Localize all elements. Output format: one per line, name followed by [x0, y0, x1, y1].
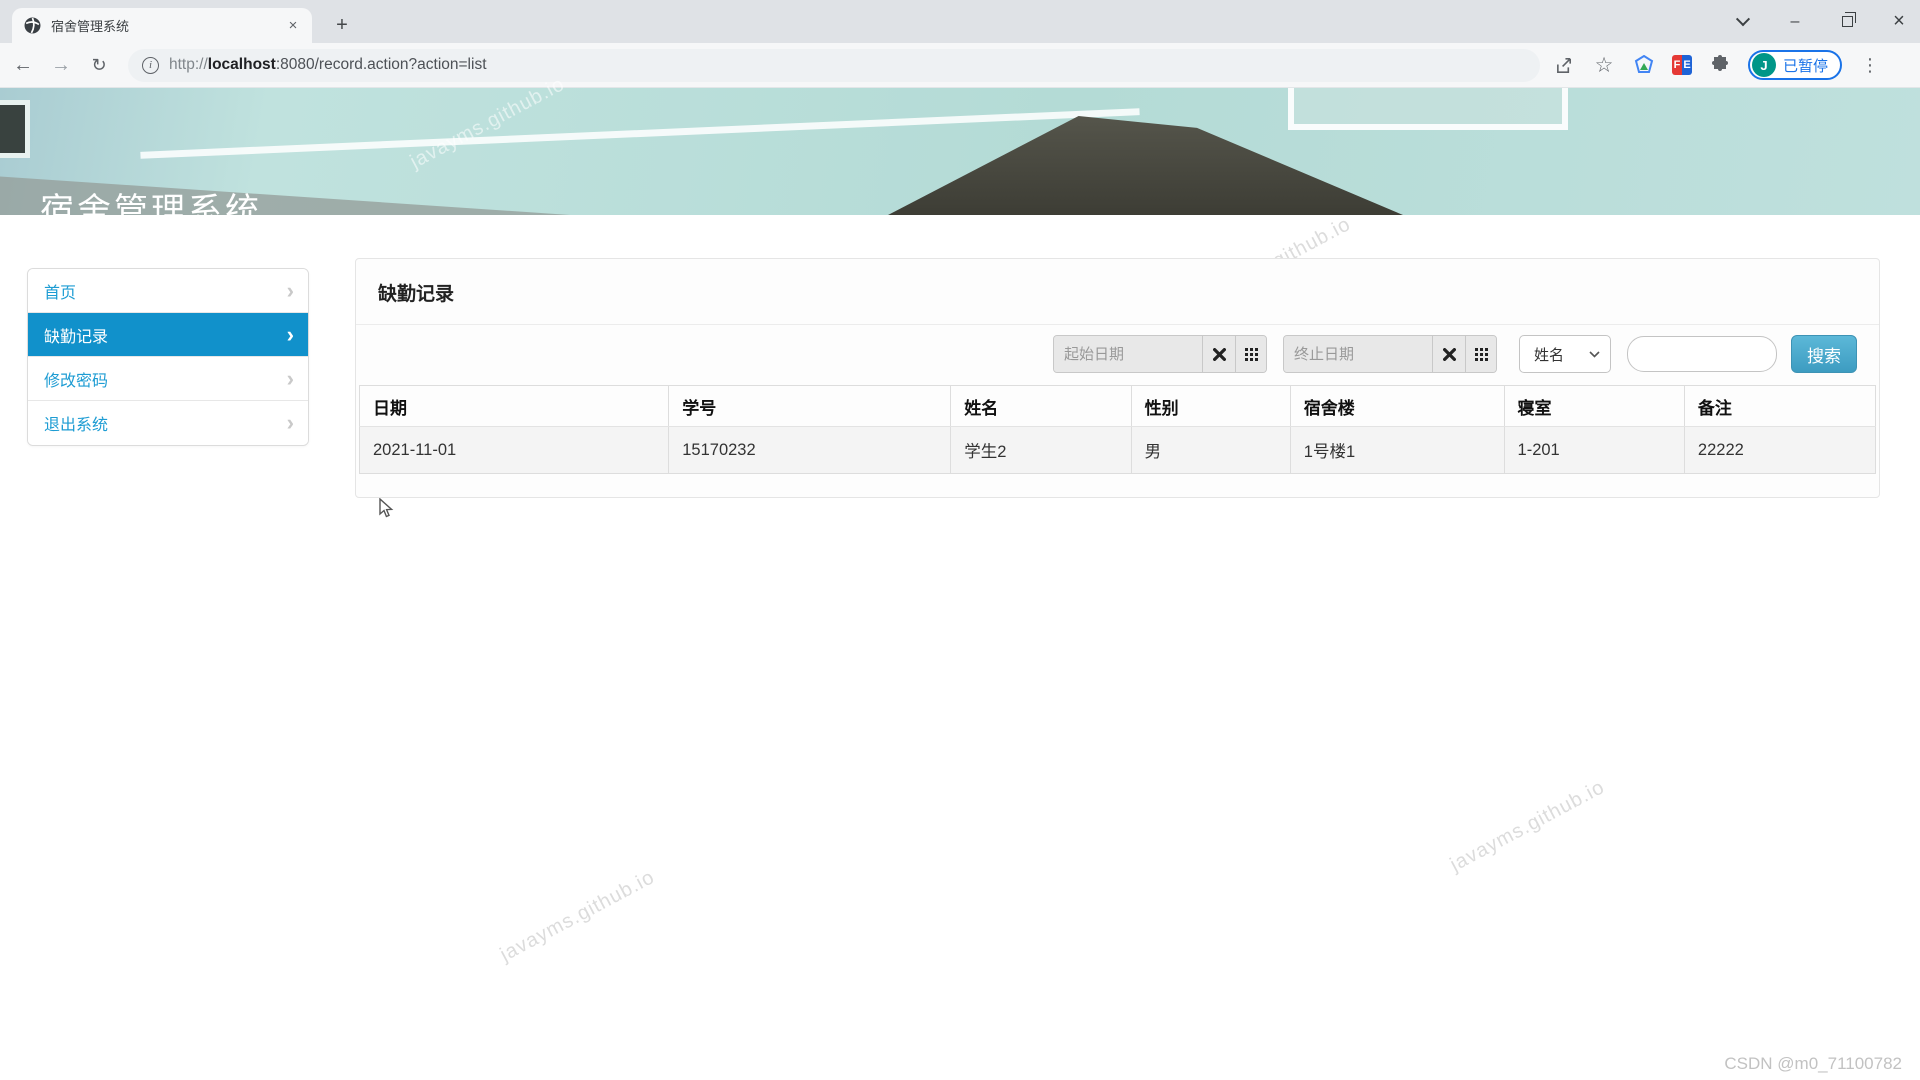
browser-toolbar: ← → ↻ i http://localhost:8080/record.act… — [0, 43, 1920, 88]
url-text: http://localhost:8080/record.action?acti… — [169, 56, 487, 74]
absence-records-panel: 缺勤记录 姓名 — [355, 258, 1880, 498]
fe-extension-icon[interactable]: FE — [1672, 55, 1692, 75]
cell-building: 1号楼1 — [1290, 427, 1504, 474]
forward-icon[interactable]: → — [46, 50, 76, 80]
tab-close-icon[interactable]: × — [284, 17, 302, 35]
cell-date: 2021-11-01 — [360, 427, 669, 474]
banner-decoration — [0, 100, 30, 158]
absence-records-table: 日期 学号 姓名 性别 宿舍楼 寝室 备注 2021-11-01 1517023… — [359, 385, 1876, 474]
browser-tab[interactable]: 宿舍管理系统 × — [12, 8, 312, 43]
panel-header: 缺勤记录 — [356, 259, 1879, 325]
sidebar-item-absence-records[interactable]: 缺勤记录 › — [28, 313, 308, 357]
mouse-cursor — [378, 498, 396, 520]
profile-status: 已暂停 — [1783, 55, 1828, 76]
col-header-student-id: 学号 — [669, 386, 951, 427]
site-favicon-icon — [24, 17, 41, 34]
share-icon[interactable] — [1552, 53, 1576, 77]
cell-student-id: 15170232 — [669, 427, 951, 474]
shield-extension-icon[interactable] — [1632, 53, 1656, 77]
cell-remark: 22222 — [1684, 427, 1875, 474]
col-header-room: 寝室 — [1504, 386, 1684, 427]
tab-search-chevron-icon[interactable] — [1730, 9, 1756, 35]
start-date-input[interactable] — [1054, 336, 1202, 372]
col-header-building: 宿舍楼 — [1290, 386, 1504, 427]
table-row: 2021-11-01 15170232 学生2 男 1号楼1 1-201 222… — [360, 427, 1876, 474]
site-title: 宿舍管理系统 — [40, 183, 262, 215]
window-controls: – × — [1730, 0, 1912, 43]
csdn-watermark: CSDN @m0_71100782 — [1724, 1054, 1902, 1074]
cell-room: 1-201 — [1504, 427, 1684, 474]
chevron-down-icon — [1589, 351, 1600, 358]
chevron-right-icon: › — [287, 280, 294, 302]
banner-decoration — [140, 108, 1139, 159]
cell-name: 学生2 — [951, 427, 1131, 474]
start-date-group — [1053, 335, 1267, 373]
search-button[interactable]: 搜索 — [1791, 335, 1857, 373]
cell-gender: 男 — [1131, 427, 1290, 474]
chevron-right-icon: › — [287, 412, 294, 434]
page-info-icon[interactable]: i — [142, 57, 159, 74]
end-date-calendar-icon[interactable] — [1465, 336, 1496, 372]
watermark: javayms.github.io — [1447, 776, 1609, 877]
toolbar-right: ☆ FE J 已暂停 ⋮ — [1552, 50, 1882, 80]
minimize-button[interactable]: – — [1782, 9, 1808, 35]
restore-button[interactable] — [1834, 9, 1860, 35]
sidebar-item-logout[interactable]: 退出系统 › — [28, 401, 308, 445]
tab-title: 宿舍管理系统 — [51, 16, 284, 35]
search-field-select[interactable]: 姓名 — [1519, 335, 1611, 373]
new-tab-button[interactable]: + — [328, 12, 356, 40]
start-date-calendar-icon[interactable] — [1235, 336, 1266, 372]
banner-decoration — [888, 116, 1403, 215]
col-header-name: 姓名 — [951, 386, 1131, 427]
chevron-right-icon: › — [287, 368, 294, 390]
table-header-row: 日期 学号 姓名 性别 宿舍楼 寝室 备注 — [360, 386, 1876, 427]
sidebar-item-change-password[interactable]: 修改密码 › — [28, 357, 308, 401]
clear-end-date-icon[interactable] — [1432, 336, 1465, 372]
col-header-gender: 性别 — [1131, 386, 1290, 427]
col-header-date: 日期 — [360, 386, 669, 427]
reload-icon[interactable]: ↻ — [84, 50, 114, 80]
profile-avatar: J — [1752, 53, 1776, 77]
window-close-button[interactable]: × — [1886, 9, 1912, 35]
panel-title: 缺勤记录 — [378, 284, 454, 305]
extensions-puzzle-icon[interactable] — [1708, 53, 1732, 77]
bookmark-star-icon[interactable]: ☆ — [1592, 53, 1616, 77]
filter-bar: 姓名 搜索 — [356, 325, 1879, 383]
watermark: javayms.github.io — [497, 866, 659, 967]
browser-menu-icon[interactable]: ⋮ — [1858, 53, 1882, 77]
address-bar[interactable]: i http://localhost:8080/record.action?ac… — [128, 49, 1540, 82]
banner-decoration — [1288, 88, 1568, 130]
sidebar-menu: 首页 › 缺勤记录 › 修改密码 › 退出系统 › — [27, 268, 309, 446]
end-date-input[interactable] — [1284, 336, 1432, 372]
site-header-banner: 宿舍管理系统 当前用户：学生2 — [0, 88, 1920, 215]
profile-chip[interactable]: J 已暂停 — [1748, 50, 1842, 80]
back-icon[interactable]: ← — [8, 50, 38, 80]
search-field-value: 姓名 — [1534, 344, 1564, 365]
clear-start-date-icon[interactable] — [1202, 336, 1235, 372]
col-header-remark: 备注 — [1684, 386, 1875, 427]
sidebar-item-home[interactable]: 首页 › — [28, 269, 308, 313]
tab-strip: 宿舍管理系统 × + – × — [0, 0, 1920, 43]
browser-window: 宿舍管理系统 × + – × ← → ↻ i http://localhost:… — [0, 0, 1920, 1080]
keyword-input[interactable] — [1627, 336, 1777, 372]
chevron-right-icon: › — [287, 324, 294, 346]
end-date-group — [1283, 335, 1497, 373]
